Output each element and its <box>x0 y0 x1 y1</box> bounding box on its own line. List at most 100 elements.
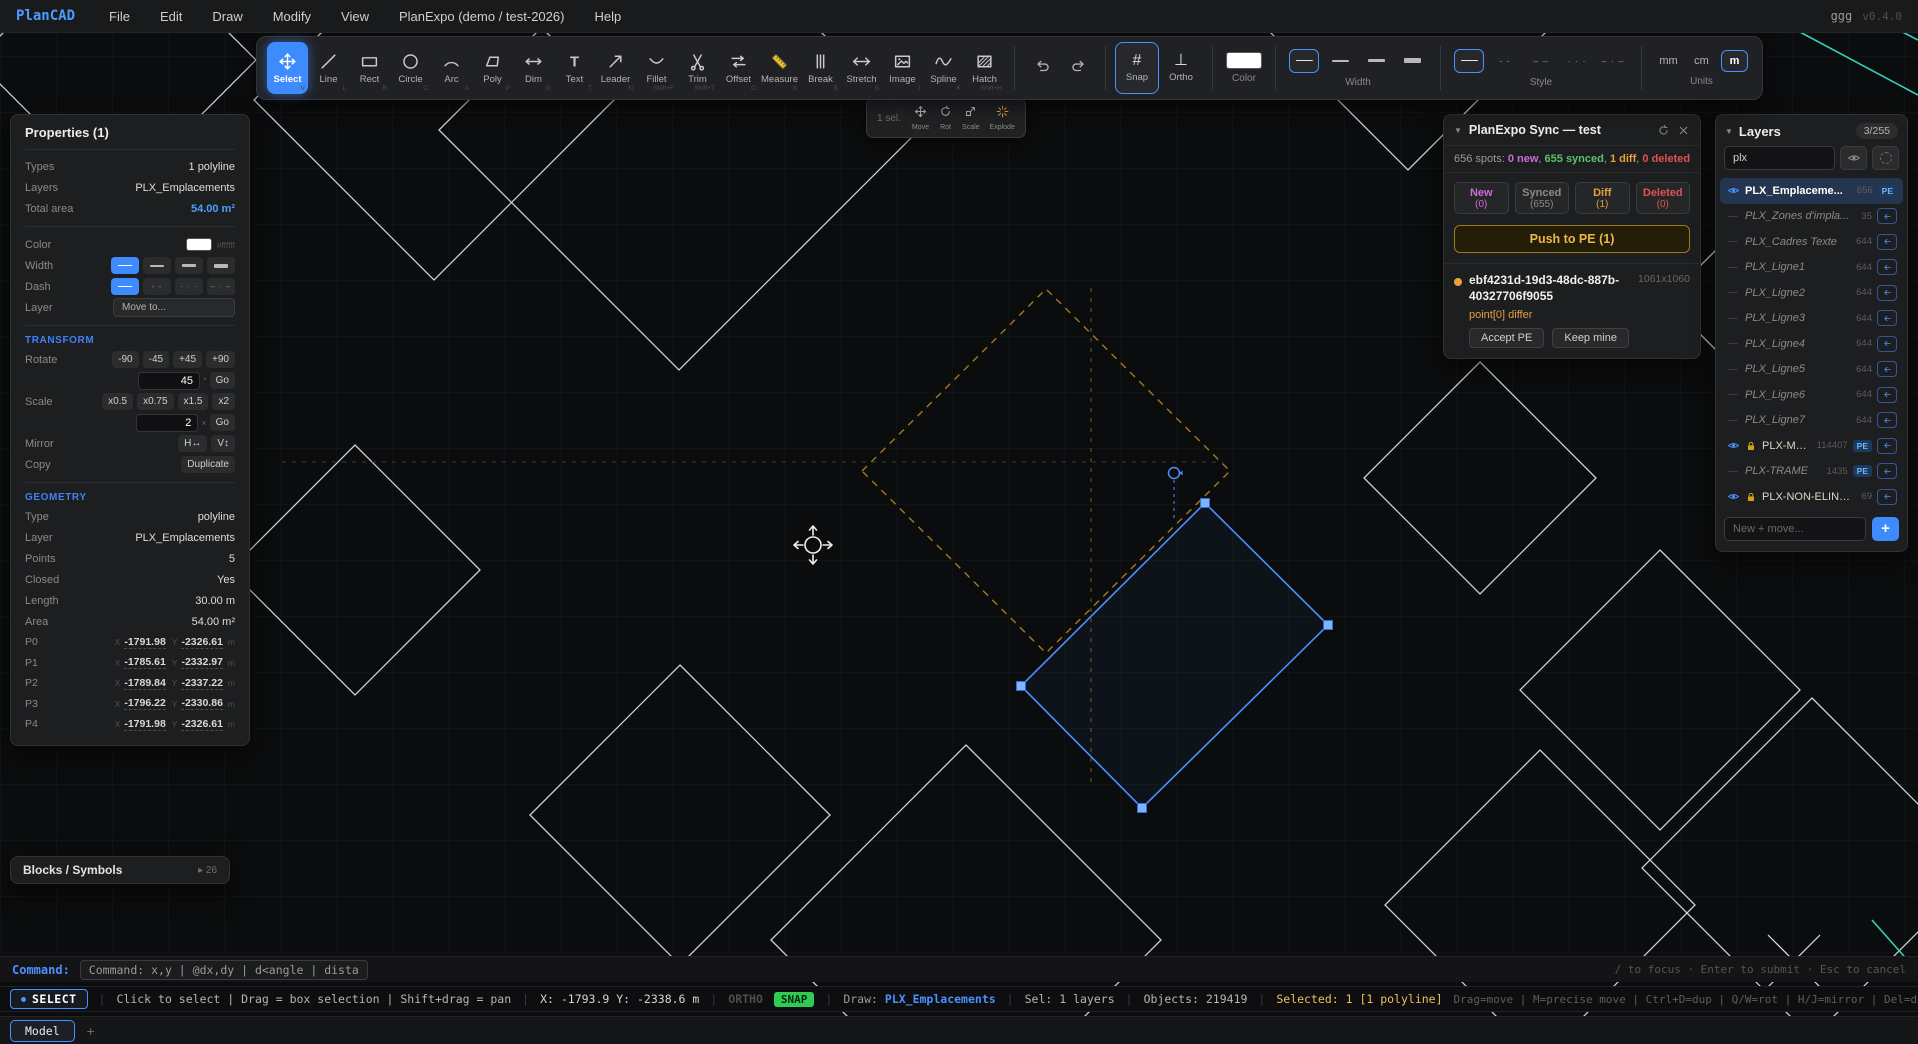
blocks-symbols-panel[interactable]: Blocks / Symbols ▸ 26 <box>10 856 230 884</box>
tool-break[interactable]: Break B <box>800 42 841 94</box>
hidden-layer-dash[interactable]: — <box>1726 211 1740 222</box>
hidden-layer-dash[interactable]: — <box>1726 415 1740 426</box>
layer-row-plx-emplaceme-[interactable]: PLX_Emplaceme...656PE <box>1720 178 1903 204</box>
tool-offset[interactable]: Offset O <box>718 42 759 94</box>
layer-row-plx-ligne1[interactable]: —PLX_Ligne1644 <box>1720 255 1903 281</box>
hidden-layer-dash[interactable]: — <box>1726 262 1740 273</box>
width-option-3[interactable] <box>1361 49 1391 73</box>
width-option-1[interactable] <box>1289 49 1319 73</box>
eye-icon[interactable] <box>1726 184 1740 197</box>
style-option-3[interactable]: – – <box>1526 49 1556 73</box>
scale-x0.5-button[interactable]: x0.5 <box>102 393 133 410</box>
tool-select[interactable]: Select V <box>267 42 308 94</box>
eye-icon[interactable] <box>1726 439 1740 452</box>
filter-new-button[interactable]: New (0) <box>1454 182 1509 214</box>
refresh-icon[interactable] <box>1657 124 1670 137</box>
tool-image[interactable]: Image I <box>882 42 923 94</box>
tool-hatch[interactable]: Hatch Shift+H <box>964 42 1005 94</box>
hidden-layer-dash[interactable]: — <box>1726 364 1740 375</box>
mini-explode-button[interactable]: Explode <box>990 105 1015 131</box>
rotate--90-button[interactable]: -90 <box>112 351 138 368</box>
redo-button[interactable] <box>1060 42 1096 94</box>
style-option-4[interactable]: · · · <box>1562 49 1592 73</box>
tool-circle[interactable]: Circle C <box>390 42 431 94</box>
prop-dash-3[interactable]: · · · <box>175 278 203 295</box>
prop-dash-2[interactable]: - - <box>143 278 171 295</box>
hidden-layer-dash[interactable]: — <box>1726 313 1740 324</box>
hidden-layer-dash[interactable]: — <box>1726 236 1740 247</box>
move-selection-to-layer-button[interactable] <box>1877 234 1897 250</box>
style-option-5[interactable]: – · – <box>1598 49 1628 73</box>
layer-row-plx-ligne4[interactable]: —PLX_Ligne4644 <box>1720 331 1903 357</box>
move-selection-to-layer-button[interactable] <box>1877 208 1897 224</box>
hidden-layer-dash[interactable]: — <box>1726 389 1740 400</box>
rotate-+90-button[interactable]: +90 <box>206 351 235 368</box>
tool-leader[interactable]: Leader N <box>595 42 636 94</box>
layer-row-plx-ligne2[interactable]: —PLX_Ligne2644 <box>1720 280 1903 306</box>
move-selection-to-layer-button[interactable] <box>1877 489 1897 505</box>
push-to-pe-button[interactable]: Push to PE (1) <box>1454 225 1690 253</box>
hidden-layer-dash[interactable]: — <box>1726 287 1740 298</box>
layer-search-input[interactable] <box>1724 146 1835 170</box>
menu-planexpo-demo-test-2026-[interactable]: PlanExpo (demo / test-2026) <box>399 9 564 24</box>
layer-row-plx-ligne3[interactable]: —PLX_Ligne3644 <box>1720 306 1903 332</box>
p3-y-value[interactable]: -2330.86 <box>181 697 222 710</box>
menu-file[interactable]: File <box>109 9 130 24</box>
rotate-+45-button[interactable]: +45 <box>173 351 202 368</box>
hidden-layer-dash[interactable]: — <box>1726 466 1740 477</box>
menu-modify[interactable]: Modify <box>273 9 311 24</box>
menu-draw[interactable]: Draw <box>212 9 242 24</box>
accept-pe-button[interactable]: Accept PE <box>1469 328 1544 348</box>
mirror-h-button[interactable]: H↔ <box>178 435 207 452</box>
prop-width-2[interactable] <box>143 257 171 274</box>
tab-model[interactable]: Model <box>10 1020 75 1042</box>
filter-diff-button[interactable]: Diff (1) <box>1575 182 1630 214</box>
menu-view[interactable]: View <box>341 9 369 24</box>
menu-help[interactable]: Help <box>594 9 621 24</box>
tool-fillet[interactable]: Fillet Shift+F <box>636 42 677 94</box>
add-layer-button[interactable]: + <box>1872 517 1899 541</box>
layer-row-plx-ligne7[interactable]: —PLX_Ligne7644 <box>1720 408 1903 434</box>
tool-poly[interactable]: Poly P <box>472 42 513 94</box>
scale-go-button[interactable]: Go <box>210 414 235 431</box>
tool-dim[interactable]: Dim D <box>513 42 554 94</box>
isolate-layers-button[interactable] <box>1872 146 1899 170</box>
p2-y-value[interactable]: -2337.22 <box>181 677 222 690</box>
duplicate-button[interactable]: Duplicate <box>181 456 235 473</box>
color-swatch[interactable] <box>186 238 212 251</box>
tool-trim[interactable]: Trim Shift+T <box>677 42 718 94</box>
mode-select-button[interactable]: SELECT <box>10 989 88 1009</box>
layer-row-plx-cadres-texte[interactable]: —PLX_Cadres Texte644 <box>1720 229 1903 255</box>
width-option-4[interactable] <box>1397 49 1427 73</box>
move-to-layer-button[interactable]: Move to... <box>113 298 235 317</box>
tool-arc[interactable]: Arc A <box>431 42 472 94</box>
new-layer-input[interactable] <box>1724 517 1866 541</box>
tool-spline[interactable]: Spline K <box>923 42 964 94</box>
p3-x-value[interactable]: -1796.22 <box>124 697 165 710</box>
move-selection-to-layer-button[interactable] <box>1877 463 1897 479</box>
layer-row-plx-ligne6[interactable]: —PLX_Ligne6644 <box>1720 382 1903 408</box>
layer-row-plx-zones-d-impla-[interactable]: —PLX_Zones d'impla...35 <box>1720 204 1903 230</box>
rotate-go-button[interactable]: Go <box>210 372 235 389</box>
mini-rot-button[interactable]: Rot <box>939 105 952 131</box>
collapse-caret-icon[interactable]: ▼ <box>1725 127 1733 136</box>
p2-x-value[interactable]: -1789.84 <box>124 677 165 690</box>
collapse-caret-icon[interactable]: ▼ <box>1454 126 1462 135</box>
layer-row-plx-murs[interactable]: PLX-MURS114407PE <box>1720 433 1903 459</box>
move-selection-to-layer-button[interactable] <box>1877 259 1897 275</box>
move-selection-to-layer-button[interactable] <box>1877 412 1897 428</box>
layer-row-plx-trame[interactable]: —PLX-TRAME1435PE <box>1720 459 1903 485</box>
prop-dash-4[interactable]: – · – <box>207 278 235 295</box>
prop-width-3[interactable] <box>175 257 203 274</box>
move-selection-to-layer-button[interactable] <box>1877 310 1897 326</box>
toggle-snap[interactable]: # Snap <box>1115 42 1159 94</box>
scale-x0.75-button[interactable]: x0.75 <box>137 393 173 410</box>
unit-m[interactable]: m <box>1721 50 1748 72</box>
mini-move-button[interactable]: Move <box>912 105 929 131</box>
p1-x-value[interactable]: -1785.61 <box>124 656 165 669</box>
undo-button[interactable] <box>1024 42 1060 94</box>
keep-mine-button[interactable]: Keep mine <box>1552 328 1629 348</box>
menu-edit[interactable]: Edit <box>160 9 182 24</box>
p4-y-value[interactable]: -2326.61 <box>181 718 222 731</box>
style-option-1[interactable] <box>1454 49 1484 73</box>
